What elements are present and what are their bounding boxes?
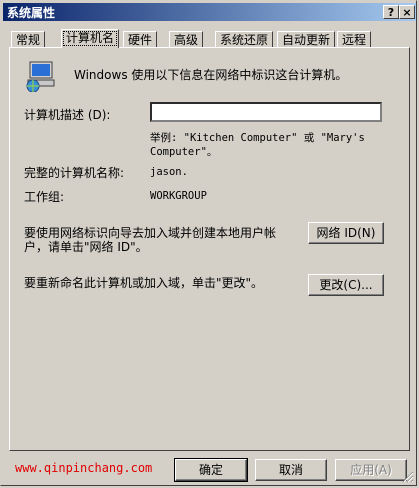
- computer-name-panel: Windows 使用以下信息在网络中标识这台计算机。 计算机描述 (D): 举例…: [9, 47, 410, 451]
- network-id-button[interactable]: 网络 ID(N): [308, 222, 384, 244]
- tab-auto-update[interactable]: 自动更新: [277, 31, 336, 47]
- computer-icon: [26, 61, 55, 92]
- tab-computer-name[interactable]: 计算机名: [61, 29, 120, 48]
- intro-text: Windows 使用以下信息在网络中标识这台计算机。: [74, 68, 348, 82]
- tab-hardware[interactable]: 硬件: [123, 31, 158, 47]
- tab-system-restore[interactable]: 系统还原: [215, 31, 274, 47]
- ok-button[interactable]: 确定: [174, 458, 248, 482]
- watermark-text: www.qinpinchang.com: [15, 461, 153, 475]
- tab-general[interactable]: 常规: [11, 31, 46, 47]
- network-id-text-2: 户，请单击"网络 ID"。: [24, 240, 148, 254]
- cancel-button[interactable]: 取消: [255, 459, 327, 481]
- desc-label: 计算机描述 (D):: [24, 108, 111, 122]
- help-button[interactable]: ?: [383, 5, 399, 19]
- workgroup-value: WORKGROUP: [150, 190, 207, 202]
- computer-description-input[interactable]: [150, 102, 382, 122]
- apply-button[interactable]: 应用(A): [335, 459, 407, 481]
- tab-advanced[interactable]: 高级: [169, 31, 204, 47]
- window-title: 系统属性: [7, 6, 56, 20]
- resize-grip-icon[interactable]: [402, 471, 414, 483]
- example-line-1: 举例: "Kitchen Computer" 或 "Mary's: [150, 132, 365, 144]
- rename-text: 要重新命名此计算机或加入域，单击"更改"。: [24, 276, 264, 290]
- full-name-label: 完整的计算机名称:: [24, 166, 125, 180]
- workgroup-label: 工作组:: [24, 190, 65, 204]
- tab-strip: 常规 计算机名 硬件 高级 系统还原 自动更新 远程: [9, 29, 409, 48]
- title-bar[interactable]: 系统属性 ? ×: [3, 3, 416, 21]
- close-button[interactable]: ×: [399, 5, 415, 19]
- example-line-2: Computer"。: [150, 146, 218, 158]
- full-name-value: jason.: [150, 166, 188, 178]
- system-properties-window: 系统属性 ? × 常规 计算机名 硬件 高级 系统还原 自动更新 远程 Wind…: [0, 0, 417, 486]
- tab-remote[interactable]: 远程: [337, 31, 372, 47]
- change-button[interactable]: 更改(C)...: [308, 274, 384, 296]
